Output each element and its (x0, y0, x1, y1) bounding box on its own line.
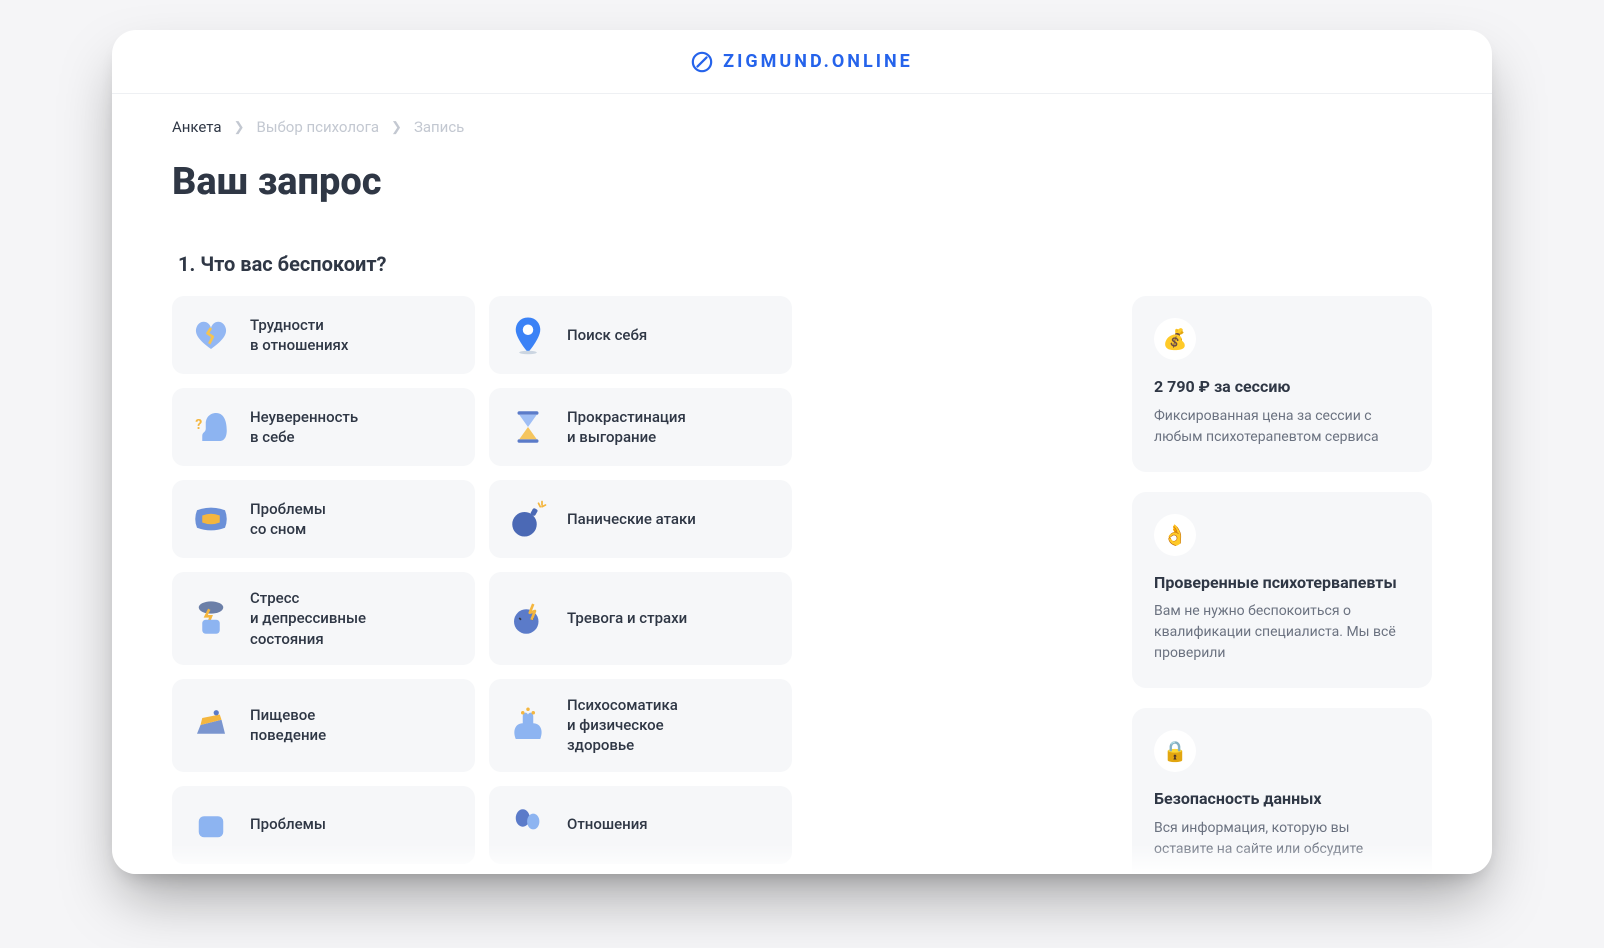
topic-card-relationships[interactable]: Трудностив отношениях (172, 296, 475, 374)
topic-label: Проблемы (250, 814, 326, 834)
topic-label: Психосоматикаи физическоездоровье (567, 695, 678, 756)
info-sidebar: 💰 2 790 ₽ за сессию Фиксированная цена з… (1132, 296, 1432, 874)
breadcrumb-step-3: Запись (414, 118, 464, 136)
topic-card-eating[interactable]: Пищевоеповедение (172, 679, 475, 772)
lock-icon: 🔒 (1154, 730, 1196, 772)
topic-label: Панические атаки (567, 509, 696, 529)
money-bag-icon: 💰 (1154, 318, 1196, 360)
info-card-title: 2 790 ₽ за сессию (1154, 376, 1410, 398)
cake-icon (190, 704, 232, 746)
storm-head-icon (190, 597, 232, 639)
map-pin-icon (507, 314, 549, 356)
question-heading: 1. Что вас беспокоит? (172, 252, 1432, 276)
topic-card-relations[interactable]: Отношения (489, 786, 792, 864)
topic-grid: Трудностив отношениях Поиск себя ? Неуве… (172, 296, 792, 864)
broken-heart-icon (190, 314, 232, 356)
topic-card-stress[interactable]: Стресси депрессивныесостояния (172, 572, 475, 665)
app-header: ZIGMUND.ONLINE (112, 30, 1492, 94)
topic-label: Отношения (567, 814, 648, 834)
topic-card-sleep[interactable]: Проблемысо сном (172, 480, 475, 558)
topic-label: Стресси депрессивныесостояния (250, 588, 366, 649)
info-card-price: 💰 2 790 ₽ за сессию Фиксированная цена з… (1132, 296, 1432, 472)
page-title: Ваш запрос (172, 160, 1432, 204)
balloons-icon (507, 804, 549, 846)
info-card-text: Вам не нужно беспокоиться о квалификации… (1154, 601, 1410, 664)
topic-card-find-self[interactable]: Поиск себя (489, 296, 792, 374)
info-card-security: 🔒 Безопасность данных Вся информация, ко… (1132, 708, 1432, 874)
topic-card-burnout[interactable]: Прокрастинацияи выгорание (489, 388, 792, 466)
info-card-verified: 👌 Проверенные психотервапевты Вам не нуж… (1132, 492, 1432, 689)
topic-card-psychosomatic[interactable]: Психосоматикаи физическоездоровье (489, 679, 792, 772)
bomb-icon (507, 498, 549, 540)
page-content: Анкета ❯ Выбор психолога ❯ Запись Ваш за… (112, 94, 1492, 874)
thinking-person-icon: ? (190, 406, 232, 448)
topic-label: Поиск себя (567, 325, 647, 345)
topic-label: Проблемысо сном (250, 499, 326, 540)
topic-card-problems[interactable]: Проблемы (172, 786, 475, 864)
topic-card-confidence[interactable]: ? Неуверенностьв себе (172, 388, 475, 466)
pillow-icon (190, 498, 232, 540)
breadcrumb-step-1[interactable]: Анкета (172, 118, 222, 136)
topic-label: Неуверенностьв себе (250, 407, 358, 448)
topic-label: Тревога и страхи (567, 608, 687, 628)
hourglass-icon (507, 406, 549, 448)
info-card-text: Фиксированная цена за сессии с любым пси… (1154, 406, 1410, 448)
fear-face-icon (507, 597, 549, 639)
topic-label: Прокрастинацияи выгорание (567, 407, 686, 448)
app-window: ZIGMUND.ONLINE Анкета ❯ Выбор психолога … (112, 30, 1492, 874)
chevron-right-icon: ❯ (234, 120, 245, 135)
breadcrumb: Анкета ❯ Выбор психолога ❯ Запись (172, 118, 1432, 136)
topic-card-anxiety[interactable]: Тревога и страхи (489, 572, 792, 665)
brand-logo[interactable]: ZIGMUND.ONLINE (691, 51, 913, 73)
info-card-text: Вся информация, которую вы оставите на с… (1154, 818, 1410, 860)
strength-icon (507, 704, 549, 746)
main-layout: Трудностив отношениях Поиск себя ? Неуве… (172, 296, 1432, 874)
info-card-title: Безопасность данных (1154, 788, 1410, 810)
ok-hand-icon: 👌 (1154, 514, 1196, 556)
topic-label: Пищевоеповедение (250, 705, 326, 746)
topic-card-panic[interactable]: Панические атаки (489, 480, 792, 558)
svg-text:?: ? (195, 417, 202, 433)
generic-icon (190, 804, 232, 846)
brand-name: ZIGMUND.ONLINE (723, 51, 913, 72)
logo-mark-icon (691, 51, 713, 73)
topic-label: Трудностив отношениях (250, 315, 348, 356)
chevron-right-icon: ❯ (391, 120, 402, 135)
info-card-title: Проверенные психотервапевты (1154, 572, 1410, 594)
breadcrumb-step-2: Выбор психолога (256, 118, 379, 136)
